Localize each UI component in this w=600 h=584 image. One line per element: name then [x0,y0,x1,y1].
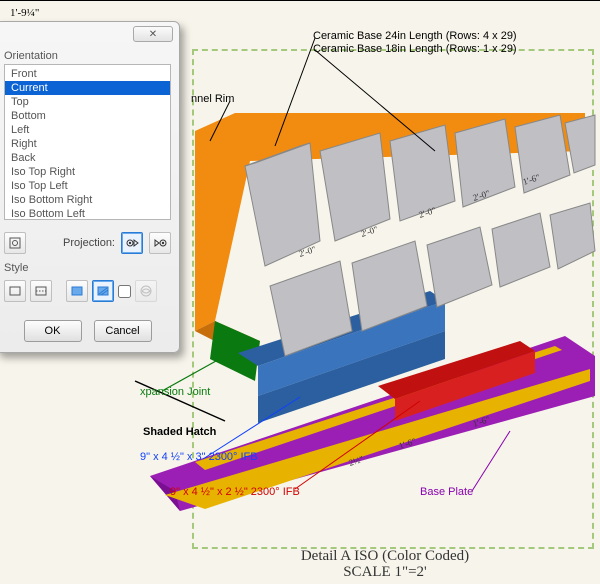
detail-title: Detail A ISO (Color Coded) [260,548,510,565]
opt-iso-top-left[interactable]: Iso Top Left [5,179,170,193]
annot-blue-ifb: 9" x 4 ½" x 3" 2300° IFB [140,451,258,463]
style-row [0,276,179,312]
orientation-dialog: ✕ Orientation Front Current Top Bottom L… [0,21,180,353]
style-shaded-icon[interactable] [66,280,88,302]
dialog-titlebar: ✕ [0,22,179,46]
opt-right[interactable]: Right [5,137,170,151]
cancel-button[interactable]: Cancel [94,320,152,342]
projection-label: Projection: [32,237,115,249]
style-raster-icon [135,280,157,302]
opt-current[interactable]: Current [5,81,170,95]
projection-first-angle-icon[interactable] [149,232,171,254]
detail-scale: SCALE 1"=2' [260,564,510,581]
style-tangent-checkbox[interactable] [118,285,131,298]
annot-ceramic18: Ceramic Base 18in Length (Rows: 1 x 29) [313,43,517,55]
ok-button[interactable]: OK [24,320,82,342]
zoom-extents-icon[interactable] [4,232,26,254]
annot-ceramic24: Ceramic Base 24in Length (Rows: 4 x 29) [313,30,517,42]
close-icon: ✕ [149,29,157,40]
opt-back[interactable]: Back [5,151,170,165]
opt-left[interactable]: Left [5,123,170,137]
projection-third-angle-icon[interactable] [121,232,143,254]
style-hidden-icon[interactable] [30,280,52,302]
style-shaded-hatch-icon[interactable] [92,280,114,302]
annot-channel-rim: nnel Rim [191,93,234,105]
orientation-listbox[interactable]: Front Current Top Bottom Left Right Back… [4,64,171,220]
annot-expansion-joint: xpansion Joint [140,386,210,398]
style-label: Style [0,262,179,276]
opt-iso-bottom-left[interactable]: Iso Bottom Left [5,207,170,220]
orientation-label: Orientation [0,46,179,64]
opt-top[interactable]: Top [5,95,170,109]
opt-front[interactable]: Front [5,67,170,81]
opt-bottom[interactable]: Bottom [5,109,170,123]
annot-red-ifb: 9" x 4 ½" x 2 ½" 2300° IFB [170,486,300,498]
close-button[interactable]: ✕ [133,26,173,42]
opt-iso-bottom-right[interactable]: Iso Bottom Right [5,193,170,207]
style-wireframe-icon[interactable] [4,280,26,302]
annot-base-plate: Base Plate [420,486,473,498]
opt-iso-top-right[interactable]: Iso Top Right [5,165,170,179]
annot-shaded-hatch: Shaded Hatch [143,426,216,438]
